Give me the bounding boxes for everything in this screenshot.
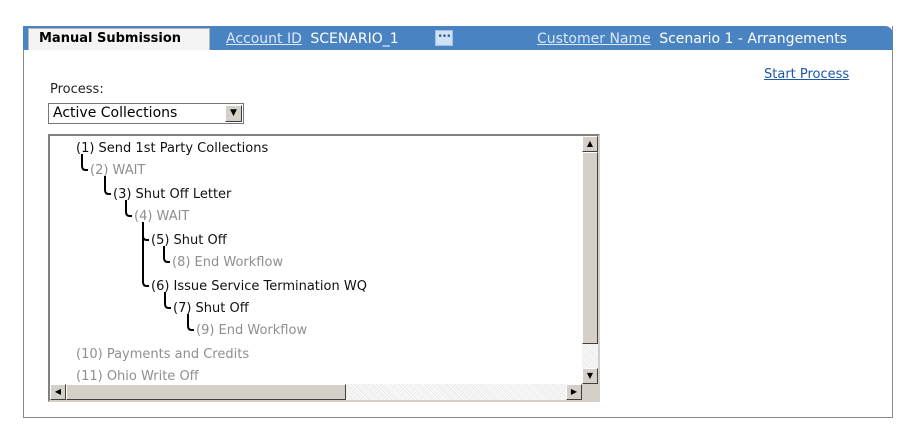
vertical-scrollbar[interactable]: ▲ ▼ [582,136,598,384]
vertical-scroll-thumb[interactable] [582,152,598,344]
workflow-tree-viewport: (1) Send 1st Party Collections (2) WAIT … [50,136,582,384]
account-id-link[interactable]: Account ID [226,31,302,47]
scroll-down-icon[interactable]: ▼ [582,368,598,384]
process-select-value: Active Collections [53,105,178,121]
scroll-up-icon[interactable]: ▲ [582,136,598,152]
scroll-left-icon[interactable]: ◀ [50,384,66,400]
tree-node-3[interactable]: (3) Shut Off Letter [113,187,231,202]
tree-node-6[interactable]: (6) Issue Service Termination WQ [151,279,367,294]
tree-node-9[interactable]: (9) End Workflow [196,323,307,338]
tree-node-11[interactable]: (11) Ohio Write Off [76,369,199,384]
connector-2-3 [104,176,111,195]
tree-node-1[interactable]: (1) Send 1st Party Collections [76,141,268,156]
tree-node-5[interactable]: (5) Shut Off [151,233,227,248]
scroll-right-icon[interactable]: ▶ [566,384,582,400]
customer-name-header: Customer Name Scenario 1 - Arrangements [537,31,847,47]
tree-node-10[interactable]: (10) Payments and Credits [76,347,249,362]
scrollbar-corner [582,384,598,400]
process-select[interactable]: Active Collections ▼ [48,103,244,124]
account-search-icon[interactable]: ••• [435,30,453,46]
tab-manual-submission[interactable]: Manual Submission [28,28,210,50]
connector-6-7 [164,292,171,309]
connector-4-6 [142,236,149,287]
account-id-header: Account ID SCENARIO_1 [226,31,399,47]
customer-name-value: Scenario 1 - Arrangements [659,31,848,47]
tree-node-8[interactable]: (8) End Workflow [172,255,283,270]
horizontal-scroll-thumb[interactable] [66,384,346,400]
customer-name-link[interactable]: Customer Name [537,31,651,47]
process-label: Process: [50,82,104,97]
account-id-value: SCENARIO_1 [310,31,399,47]
horizontal-scrollbar[interactable]: ◀ ▶ [50,384,582,400]
tree-node-2[interactable]: (2) WAIT [90,163,145,178]
chevron-down-icon[interactable]: ▼ [225,105,242,122]
tree-node-7[interactable]: (7) Shut Off [173,301,249,316]
connector-5-8 [163,246,170,263]
connector-7-9 [187,314,194,331]
connector-3-4 [125,200,132,217]
tree-node-4[interactable]: (4) WAIT [134,209,189,224]
connector-1-2 [81,154,88,171]
workflow-tree[interactable]: (1) Send 1st Party Collections (2) WAIT … [48,134,600,402]
start-process-link[interactable]: Start Process [764,67,849,82]
